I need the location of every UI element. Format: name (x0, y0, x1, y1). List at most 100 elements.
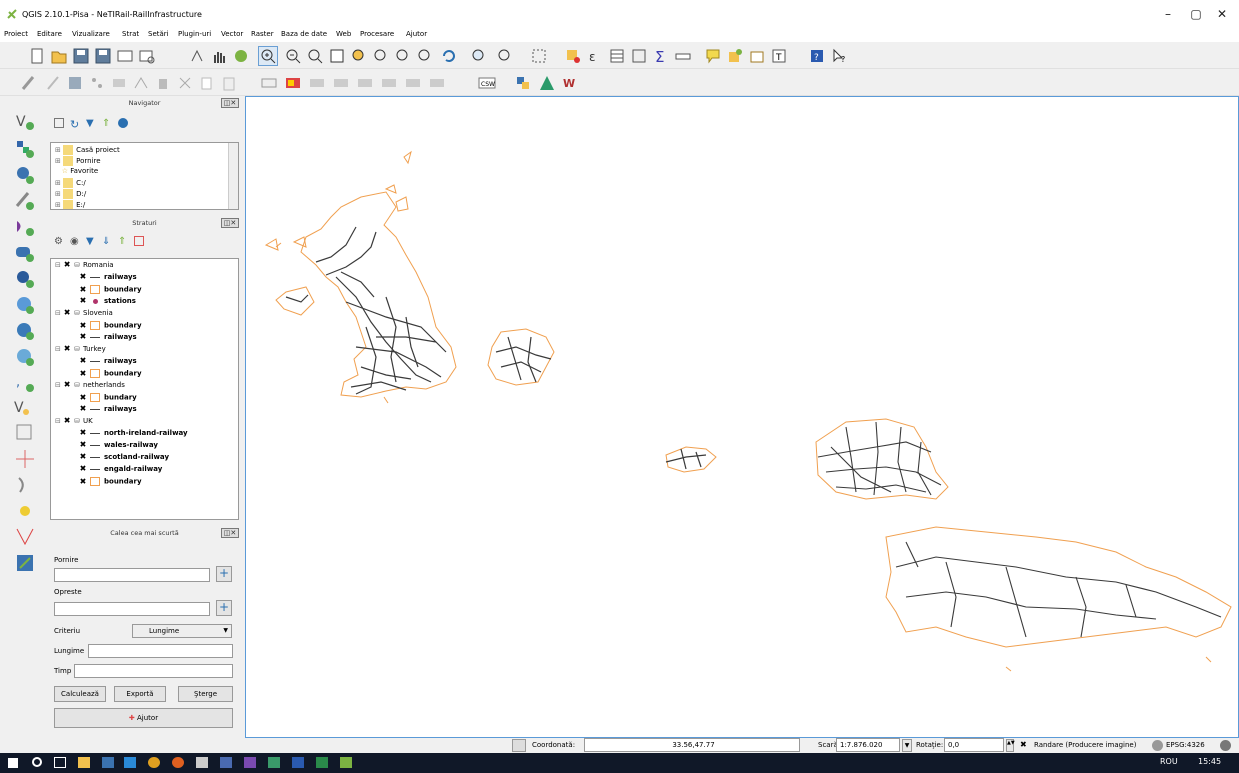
layer-item[interactable]: ✖ boundary (79, 321, 142, 330)
file-explorer-icon[interactable] (78, 757, 90, 768)
layer-group-checkbox[interactable]: ✖ (63, 381, 71, 389)
shortest-path-plugin-icon[interactable] (14, 552, 36, 574)
firefox-icon[interactable] (172, 757, 184, 768)
layer-item[interactable]: ✖ railways (79, 333, 137, 342)
menu-vizualizare[interactable]: Vizualizare (72, 30, 110, 38)
layer-group-checkbox[interactable]: ✖ (63, 417, 71, 425)
crs-globe-icon[interactable] (1152, 740, 1163, 751)
menu-vector[interactable]: Vector (221, 30, 243, 38)
close-button[interactable]: ✕ (1208, 6, 1236, 22)
expand-all-icon[interactable]: ⇓ (102, 236, 110, 247)
map-canvas[interactable] (245, 96, 1239, 738)
whats-this-icon[interactable]: ? (830, 47, 848, 65)
layer-checkbox[interactable]: ✖ (79, 369, 87, 378)
python-console-icon[interactable] (514, 74, 532, 92)
csw-icon[interactable]: CSW (478, 74, 496, 92)
start-capture-button[interactable]: + (216, 566, 232, 582)
filter-legend-icon[interactable]: ▼ (86, 236, 94, 247)
new-print-composer-icon[interactable] (116, 47, 134, 65)
layer-checkbox[interactable]: ✖ (79, 321, 87, 330)
start-windows-icon[interactable] (8, 758, 18, 768)
menu-procesare[interactable]: Procesare (360, 30, 394, 38)
layer-item[interactable]: ✖ railways (79, 357, 137, 366)
export-button[interactable]: Exportă (114, 686, 166, 702)
save-project-icon[interactable] (72, 47, 90, 65)
statistics-icon[interactable]: Σ (652, 47, 670, 66)
scale-field[interactable]: 1:7.876.020 (836, 738, 900, 752)
highlight-pinned-icon[interactable] (332, 74, 350, 92)
help-icon[interactable]: ? (808, 47, 826, 65)
layer-item[interactable]: ✖ scotland-railway (79, 453, 169, 462)
digitize-icon[interactable] (14, 526, 36, 548)
nav-item-c[interactable]: ⊞ C:/ (55, 178, 86, 188)
maximize-button[interactable]: ▢ (1182, 6, 1210, 22)
add-gpx-icon[interactable] (14, 500, 36, 522)
toggle-editing-icon[interactable] (44, 74, 62, 92)
menu-plugins[interactable]: Plugin-uri (178, 30, 211, 38)
move-label-icon[interactable] (380, 74, 398, 92)
render-checkbox[interactable]: ✖ (1020, 740, 1027, 749)
add-vector-layer-icon[interactable]: V (14, 110, 36, 132)
start-input[interactable] (54, 568, 210, 582)
nav-item-d[interactable]: ⊞ D:/ (55, 189, 86, 199)
layer-group-2[interactable]: ⊟ ✖ ⛁ Turkey (55, 345, 106, 354)
layer-item[interactable]: ✖ railways (79, 405, 137, 414)
messages-icon[interactable] (1220, 740, 1231, 751)
remove-layer-icon[interactable] (134, 236, 144, 246)
rotate-label-icon[interactable] (404, 74, 422, 92)
wkt-icon[interactable]: W (562, 74, 580, 92)
layer-item[interactable]: ✖ stations (79, 297, 136, 306)
layer-checkbox[interactable]: ✖ (79, 273, 87, 281)
panel-float-close-button[interactable]: ◫✕ (221, 528, 239, 538)
crs-label[interactable]: EPSG:4326 (1166, 741, 1205, 749)
touch-icon[interactable] (188, 47, 206, 65)
layer-group-checkbox[interactable]: ✖ (63, 309, 71, 317)
layer-checkbox[interactable]: ✖ (79, 477, 87, 486)
app-icon-2[interactable] (220, 757, 232, 768)
save-edits-icon[interactable] (66, 74, 84, 92)
clear-button[interactable]: Şterge (178, 686, 233, 702)
menu-raster[interactable]: Raster (251, 30, 274, 38)
layer-group-3[interactable]: ⊟ ✖ ⛁ netherlands (55, 381, 125, 390)
app-icon-1[interactable] (102, 757, 114, 768)
add-feature-icon[interactable] (88, 74, 106, 92)
store-icon[interactable] (196, 757, 208, 768)
measure-icon[interactable] (674, 47, 692, 65)
show-bookmarks-icon[interactable] (748, 47, 766, 65)
menu-setari[interactable]: Setări (148, 30, 169, 38)
coordinate-field[interactable]: 33.56,47.77 (584, 738, 800, 752)
criterion-select[interactable]: Lungime ▼ (132, 624, 232, 638)
change-label-icon[interactable] (428, 74, 446, 92)
layer-checkbox[interactable]: ✖ (79, 441, 87, 449)
menu-baza-de-date[interactable]: Baza de date (281, 30, 327, 38)
stop-input[interactable] (54, 602, 210, 616)
zoom-full-icon[interactable] (328, 47, 346, 65)
menu-web[interactable]: Web (336, 30, 351, 38)
layer-item[interactable]: ✖ boundary (79, 477, 142, 486)
layer-item[interactable]: ✖ boundary (79, 369, 142, 378)
layer-checkbox[interactable]: ✖ (79, 357, 87, 365)
attribute-table-icon[interactable] (608, 47, 626, 65)
identify-dropdown-icon[interactable] (496, 47, 514, 65)
layer-group-0[interactable]: ⊟ ✖ ⛁ Romania (55, 261, 114, 270)
add-mssql-icon[interactable] (14, 216, 36, 238)
add-spatialite-icon[interactable] (14, 190, 36, 212)
rotation-spinner-icon[interactable]: ▲▼ (1006, 739, 1015, 752)
layer-item[interactable]: ✖ wales-railway (79, 441, 158, 450)
layer-item[interactable]: ✖ engald-railway (79, 465, 163, 474)
add-db2-icon[interactable] (14, 268, 36, 290)
pan-to-selection-icon[interactable] (232, 47, 250, 65)
zoom-actual-icon[interactable] (306, 47, 324, 65)
save-as-icon[interactable] (94, 47, 112, 65)
pan-hand-icon[interactable] (210, 47, 228, 65)
filter-icon[interactable]: ▼ (86, 118, 94, 129)
label-tool-icon[interactable] (260, 74, 278, 92)
new-project-icon[interactable] (28, 47, 46, 65)
nav-item-pornire[interactable]: ⊞ Pornire (55, 156, 101, 166)
add-spatialite-layer-icon[interactable] (14, 474, 36, 496)
copy-features-icon[interactable] (198, 74, 216, 92)
layer-group-1[interactable]: ⊟ ✖ ⛁ Slovenia (55, 309, 113, 318)
layer-checkbox[interactable]: ✖ (79, 285, 87, 294)
help-button[interactable]: ✚ Ajutor (54, 708, 233, 728)
add-wms-icon[interactable] (14, 294, 36, 316)
